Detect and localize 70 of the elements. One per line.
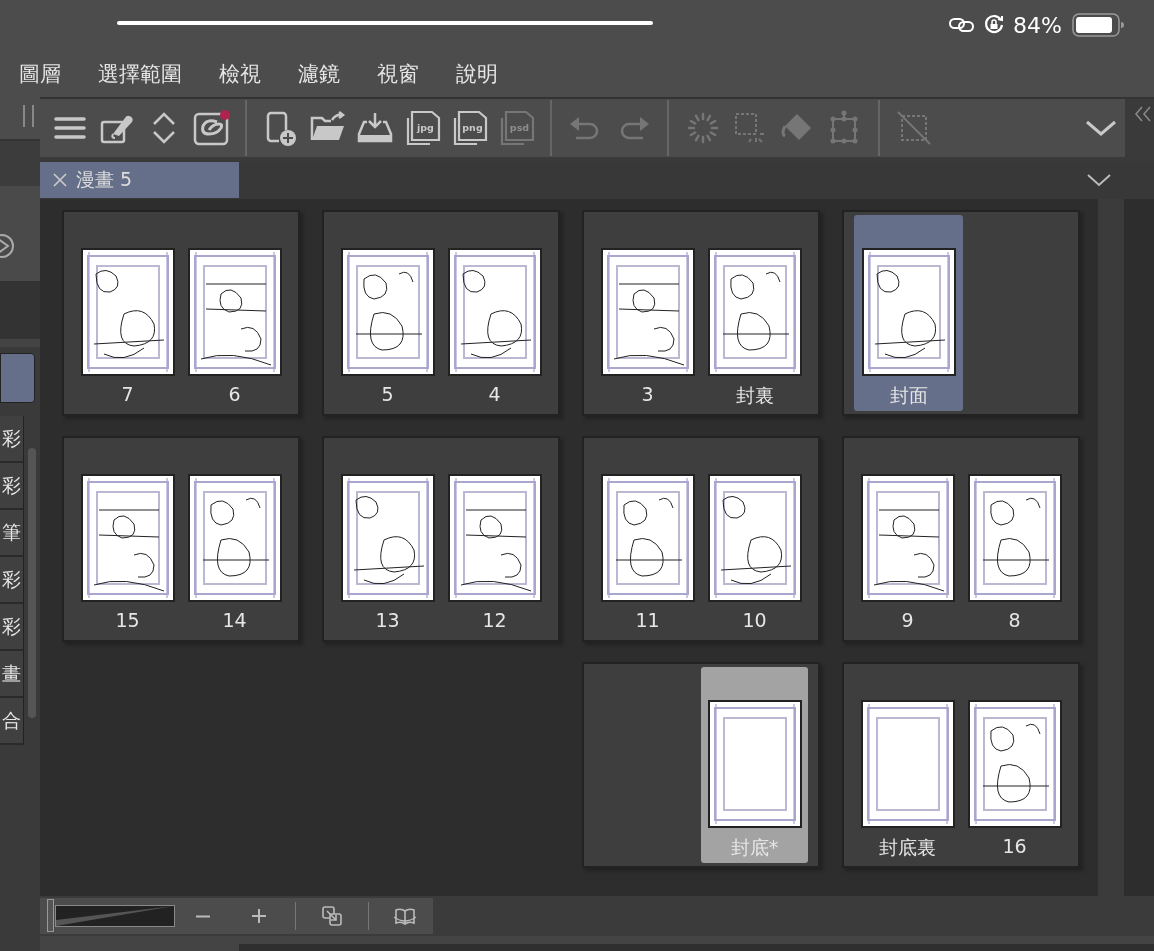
- page-item[interactable]: 5: [334, 215, 441, 411]
- sidebar-item[interactable]: 筆: [0, 510, 24, 557]
- rotation-lock-icon: [983, 14, 1006, 36]
- thumbnail-size-slider[interactable]: [47, 899, 175, 933]
- document-tab[interactable]: 漫畫 5: [40, 162, 239, 198]
- page-item[interactable]: 封裏: [701, 215, 808, 411]
- sidebar-item[interactable]: 彩: [0, 463, 24, 510]
- collapse-icon[interactable]: [1133, 105, 1153, 123]
- page-label: 3: [641, 383, 654, 405]
- link-icon: [949, 17, 976, 33]
- sidebar-item[interactable]: 彩: [0, 557, 24, 604]
- page-item[interactable]: 8: [961, 441, 1068, 637]
- page-label: 封面: [889, 383, 928, 408]
- page-item[interactable]: 14: [181, 441, 288, 637]
- page-item[interactable]: 11: [594, 441, 701, 637]
- page-item[interactable]: 16: [961, 667, 1068, 863]
- chevron-down-icon[interactable]: [1086, 172, 1112, 188]
- page-label: 7: [121, 383, 134, 405]
- page-item[interactable]: 封底裏: [854, 667, 961, 863]
- minus-icon: [195, 914, 211, 918]
- menu-item[interactable]: 視窗: [377, 59, 419, 88]
- page-label: 5: [381, 383, 394, 405]
- sidebar-item[interactable]: 彩: [0, 604, 24, 651]
- sidebar-item[interactable]: 合: [0, 698, 24, 745]
- menu-item[interactable]: 選擇範圍: [98, 59, 182, 88]
- page-item[interactable]: 4: [441, 215, 548, 411]
- page-item[interactable]: 7: [74, 215, 181, 411]
- sidebar-item[interactable]: 彩: [0, 416, 24, 463]
- page-item[interactable]: 13: [334, 441, 441, 637]
- book-icon: [392, 905, 418, 927]
- tab-title: 漫畫 5: [76, 167, 133, 192]
- file-type-label: png: [462, 122, 483, 133]
- selected-panel-item[interactable]: [0, 353, 35, 403]
- page-item[interactable]: 3: [594, 215, 701, 411]
- page-label: 12: [482, 609, 507, 631]
- file-type-label: psd: [509, 122, 530, 133]
- panel-grip[interactable]: [23, 105, 34, 127]
- menu-item[interactable]: 濾鏡: [298, 59, 340, 88]
- page-label: 16: [1002, 835, 1027, 857]
- page-label: 封裏: [735, 383, 774, 408]
- page-item[interactable]: 封面: [854, 215, 963, 411]
- page-item[interactable]: 6: [181, 215, 288, 411]
- page-item[interactable]: 12: [441, 441, 548, 637]
- page-item[interactable]: 15: [74, 441, 181, 637]
- page-item[interactable]: 10: [701, 441, 808, 637]
- page-label: 14: [222, 609, 247, 631]
- export-file-button[interactable]: jpg: [402, 108, 442, 148]
- page-label: 6: [228, 383, 241, 405]
- close-icon[interactable]: [52, 172, 68, 188]
- page-label: 封底裏: [879, 835, 936, 860]
- page-label: 13: [375, 609, 400, 631]
- fit-icon: [321, 905, 343, 927]
- page-label: 9: [901, 609, 914, 631]
- menu-item[interactable]: 說明: [456, 59, 498, 88]
- menu-item[interactable]: 圖層: [19, 59, 61, 88]
- file-type-label: jpg: [417, 122, 434, 133]
- page-label: 10: [742, 609, 767, 631]
- page-label: 11: [635, 609, 660, 631]
- export-file-button[interactable]: png: [449, 108, 489, 148]
- scrollbar-thumb[interactable]: [28, 448, 36, 718]
- page-label: 封底*: [730, 835, 779, 860]
- plus-icon: [249, 906, 269, 926]
- page-label: 4: [488, 383, 501, 405]
- menu-item[interactable]: 檢視: [219, 59, 261, 88]
- page-item[interactable]: 9: [854, 441, 961, 637]
- page-label: 8: [1008, 609, 1021, 631]
- page-label: 15: [115, 609, 140, 631]
- battery-icon: [1072, 13, 1124, 37]
- sidebar-item[interactable]: 畫: [0, 651, 24, 698]
- battery-percentage: 84%: [1013, 12, 1062, 38]
